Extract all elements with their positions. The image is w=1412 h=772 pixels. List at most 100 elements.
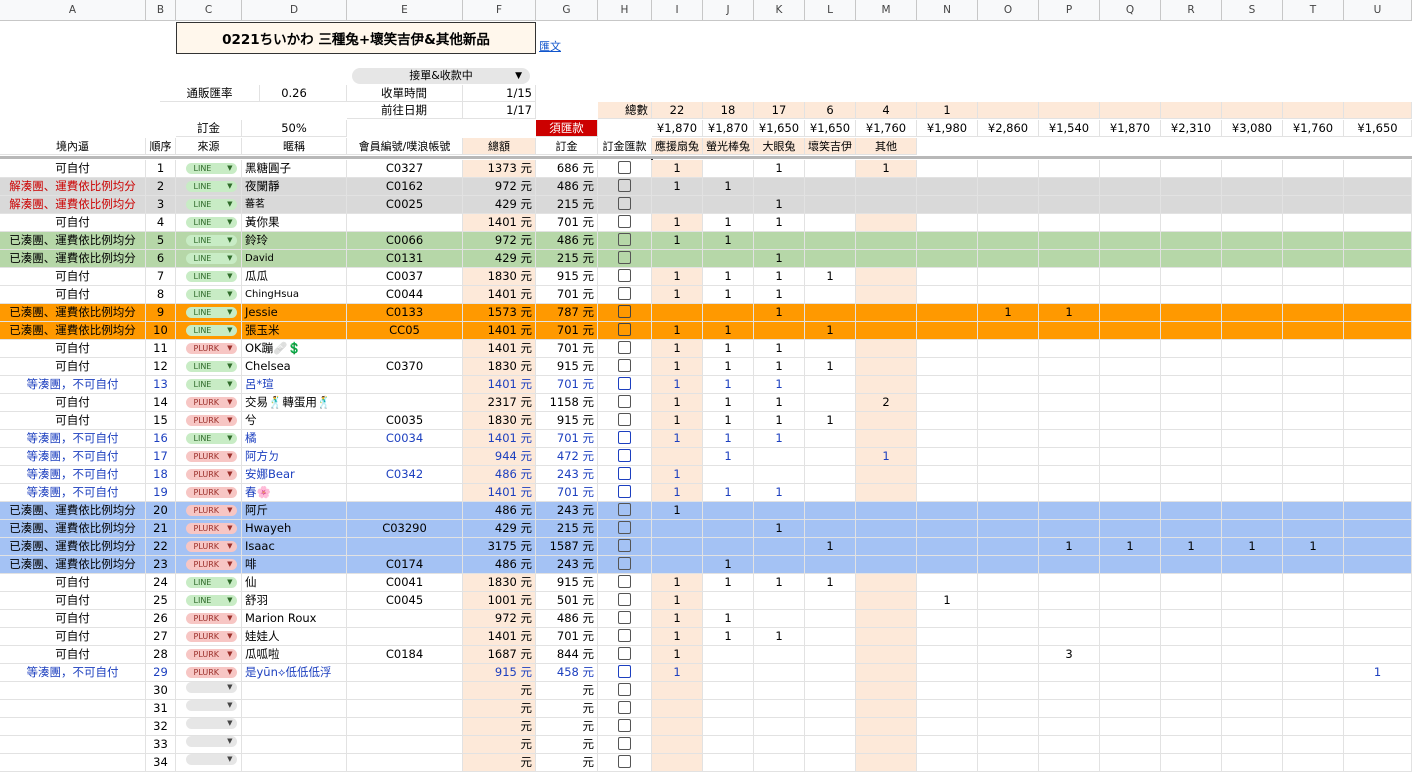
- cell-t-11[interactable]: [1283, 340, 1344, 358]
- cell-u-10[interactable]: [1344, 322, 1412, 340]
- source-cell[interactable]: PLURK ▼: [176, 394, 242, 412]
- qty-cell-j[interactable]: 1: [703, 556, 754, 574]
- cell-r-2[interactable]: [1161, 178, 1222, 196]
- total-k[interactable]: 17: [754, 102, 805, 119]
- cell-r-4[interactable]: [1161, 214, 1222, 232]
- cell-u-31[interactable]: [1344, 700, 1412, 718]
- cell-q-28[interactable]: [1100, 646, 1161, 664]
- member-id-cell[interactable]: [347, 700, 463, 718]
- cell-t-23[interactable]: [1283, 556, 1344, 574]
- cell-n-3[interactable]: [917, 196, 978, 214]
- deposit-paid-cell[interactable]: [598, 646, 652, 664]
- order-no-cell[interactable]: 27: [146, 628, 176, 646]
- deposit-cell[interactable]: 486 元: [536, 232, 598, 250]
- total-cell[interactable]: 972 元: [463, 610, 536, 628]
- column-header-b[interactable]: B: [146, 0, 176, 21]
- qty-cell-i[interactable]: 1: [652, 412, 703, 430]
- total-p[interactable]: [1039, 102, 1100, 119]
- cell-n-30[interactable]: [917, 682, 978, 700]
- cell-p-8[interactable]: [1039, 286, 1100, 304]
- total-cell[interactable]: 1573 元: [463, 304, 536, 322]
- cell-k-22[interactable]: [754, 538, 805, 556]
- member-id-cell[interactable]: C0174: [347, 556, 463, 574]
- source-cell[interactable]: ▼: [176, 754, 242, 772]
- nickname-cell[interactable]: Hwayeh: [242, 520, 347, 538]
- header-b[interactable]: 順序: [146, 138, 176, 155]
- cell-t-14[interactable]: [1283, 394, 1344, 412]
- deposit-paid-cell[interactable]: [598, 286, 652, 304]
- cell-j-18[interactable]: [703, 466, 754, 484]
- deposit-checkbox[interactable]: [618, 521, 631, 534]
- cell-o-26[interactable]: [978, 610, 1039, 628]
- status-cell[interactable]: [0, 700, 146, 718]
- qty-cell-i[interactable]: 1: [652, 160, 703, 178]
- cell-p-7[interactable]: [1039, 268, 1100, 286]
- source-dropdown[interactable]: LINE ▼: [185, 433, 237, 444]
- cell-q-30[interactable]: [1100, 682, 1161, 700]
- status-cell[interactable]: 等湊團，不可自付: [0, 466, 146, 484]
- qty-cell-i[interactable]: 1: [652, 610, 703, 628]
- cell-t-5[interactable]: [1283, 232, 1344, 250]
- order-no-cell[interactable]: 31: [146, 700, 176, 718]
- deposit-checkbox[interactable]: [618, 737, 631, 750]
- order-no-cell[interactable]: 17: [146, 448, 176, 466]
- cell-j-28[interactable]: [703, 646, 754, 664]
- nickname-cell[interactable]: [242, 736, 347, 754]
- order-no-cell[interactable]: 14: [146, 394, 176, 412]
- cell-i-6[interactable]: [652, 250, 703, 268]
- deposit-checkbox[interactable]: [618, 755, 631, 768]
- cell-p-31[interactable]: [1039, 700, 1100, 718]
- qty-cell-k[interactable]: 1: [754, 304, 805, 322]
- cell-k-10[interactable]: [754, 322, 805, 340]
- cell-n-19[interactable]: [917, 484, 978, 502]
- cell-o-10[interactable]: [978, 322, 1039, 340]
- deposit-checkbox[interactable]: [618, 413, 631, 426]
- cell-r-27[interactable]: [1161, 628, 1222, 646]
- nickname-cell[interactable]: 夜闌靜: [242, 178, 347, 196]
- qty-cell-i[interactable]: 1: [652, 664, 703, 682]
- cell-t-10[interactable]: [1283, 322, 1344, 340]
- source-dropdown[interactable]: PLURK ▼: [185, 397, 237, 408]
- cell-o-7[interactable]: [978, 268, 1039, 286]
- cell-q-10[interactable]: [1100, 322, 1161, 340]
- deposit-paid-cell[interactable]: [598, 250, 652, 268]
- cell-l-30[interactable]: [805, 682, 856, 700]
- cell-l-8[interactable]: [805, 286, 856, 304]
- order-no-cell[interactable]: 8: [146, 286, 176, 304]
- cell-o-5[interactable]: [978, 232, 1039, 250]
- source-dropdown[interactable]: PLURK ▼: [185, 415, 237, 426]
- price-m[interactable]: ¥1,760: [856, 120, 917, 137]
- deposit-cell[interactable]: 1587 元: [536, 538, 598, 556]
- source-cell[interactable]: LINE ▼: [176, 592, 242, 610]
- deposit-cell[interactable]: 243 元: [536, 466, 598, 484]
- order-no-cell[interactable]: 30: [146, 682, 176, 700]
- qty-cell-l[interactable]: 1: [805, 322, 856, 340]
- deposit-paid-cell[interactable]: [598, 358, 652, 376]
- nickname-cell[interactable]: Marion Roux: [242, 610, 347, 628]
- cell-n-15[interactable]: [917, 412, 978, 430]
- status-cell[interactable]: 已湊團、運費依比例均分: [0, 304, 146, 322]
- member-id-cell[interactable]: C0037: [347, 268, 463, 286]
- member-id-cell[interactable]: C0342: [347, 466, 463, 484]
- source-cell[interactable]: PLURK ▼: [176, 466, 242, 484]
- deposit-paid-cell[interactable]: [598, 628, 652, 646]
- cell-n-26[interactable]: [917, 610, 978, 628]
- qty-cell-m[interactable]: 1: [856, 448, 917, 466]
- qty-cell-i[interactable]: 1: [652, 286, 703, 304]
- nickname-cell[interactable]: 舒羽: [242, 592, 347, 610]
- column-header-m[interactable]: M: [856, 0, 917, 21]
- cell-o-27[interactable]: [978, 628, 1039, 646]
- nickname-cell[interactable]: 是yūn⟡低低低浮: [242, 664, 347, 682]
- deposit-label[interactable]: 訂金: [176, 120, 242, 137]
- member-id-cell[interactable]: [347, 718, 463, 736]
- cell-t-20[interactable]: [1283, 502, 1344, 520]
- qty-cell-i[interactable]: 1: [652, 574, 703, 592]
- cell-n-29[interactable]: [917, 664, 978, 682]
- cell-l-17[interactable]: [805, 448, 856, 466]
- cell-o-33[interactable]: [978, 736, 1039, 754]
- cell-p-21[interactable]: [1039, 520, 1100, 538]
- cell-r-5[interactable]: [1161, 232, 1222, 250]
- qty-cell-k[interactable]: 1: [754, 574, 805, 592]
- qty-cell-p[interactable]: 3: [1039, 646, 1100, 664]
- cell-r-13[interactable]: [1161, 376, 1222, 394]
